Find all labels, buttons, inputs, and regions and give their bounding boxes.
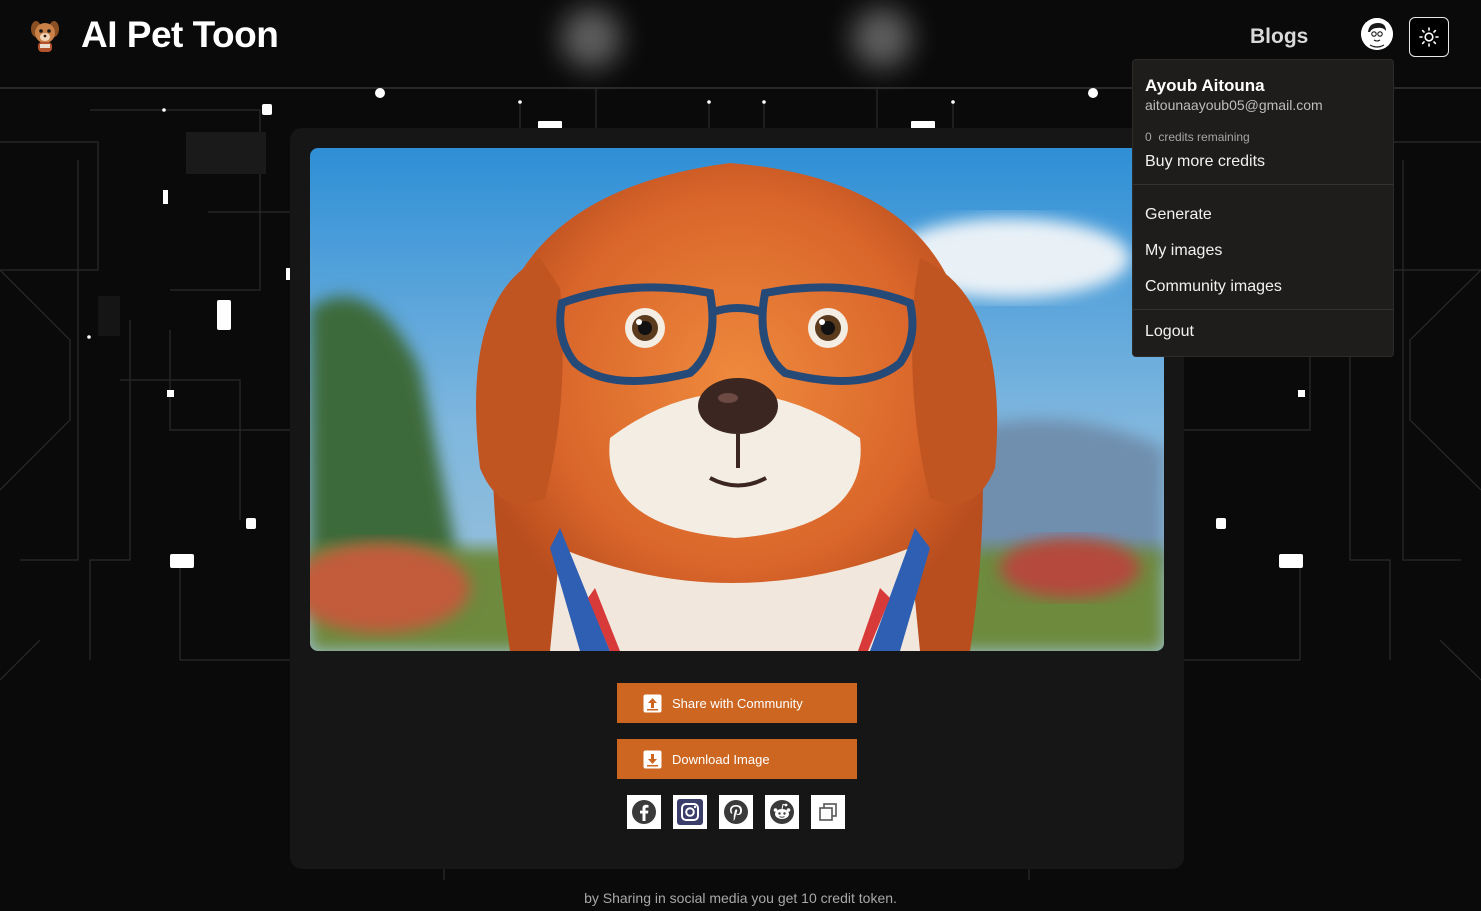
brand-title[interactable]: AI Pet Toon [81,14,279,56]
instagram-icon [677,799,703,825]
result-card: Share with Community Download Image [290,128,1184,869]
menu-divider [1133,184,1393,185]
menu-item-logout[interactable]: Logout [1145,323,1194,341]
share-reward-note: by Sharing in social media you get 10 cr… [584,890,897,906]
copy-link-button[interactable] [811,795,845,829]
share-community-button[interactable]: Share with Community [617,683,857,723]
copy-icon [819,803,837,821]
reddit-icon [770,800,794,824]
user-dropdown-menu: Ayoub Aitouna aitounaayoub05@gmail.com 0… [1132,59,1394,357]
theme-toggle-button[interactable] [1409,17,1449,57]
nav-blogs-link[interactable]: Blogs [1250,25,1308,49]
user-name: Ayoub Aitouna [1145,76,1265,95]
instagram-share-button[interactable] [673,795,707,829]
facebook-icon [632,800,656,824]
menu-item-community-images[interactable]: Community images [1145,278,1282,296]
menu-divider [1133,309,1393,310]
upload-icon [643,694,662,713]
menu-item-generate[interactable]: Generate [1145,206,1212,224]
user-avatar-icon[interactable] [1361,18,1393,50]
download-image-button[interactable]: Download Image [617,739,857,779]
download-image-label: Download Image [672,751,770,767]
user-email: aitounaayoub05@gmail.com [1145,97,1323,113]
credits-label: credits remaining [1158,130,1250,144]
generated-image[interactable] [310,148,1164,651]
menu-item-my-images[interactable]: My images [1145,242,1222,260]
puppy-logo-icon[interactable] [26,17,64,55]
credits-count: 0 [1145,130,1152,144]
pinterest-icon [724,800,748,824]
facebook-share-button[interactable] [627,795,661,829]
sun-icon [1419,27,1439,47]
download-icon [643,750,662,769]
buy-credits-link[interactable]: Buy more credits [1145,153,1265,171]
share-community-label: Share with Community [672,695,803,711]
pinterest-share-button[interactable] [719,795,753,829]
reddit-share-button[interactable] [765,795,799,829]
credits-remaining: 0 credits remaining [1145,130,1250,144]
